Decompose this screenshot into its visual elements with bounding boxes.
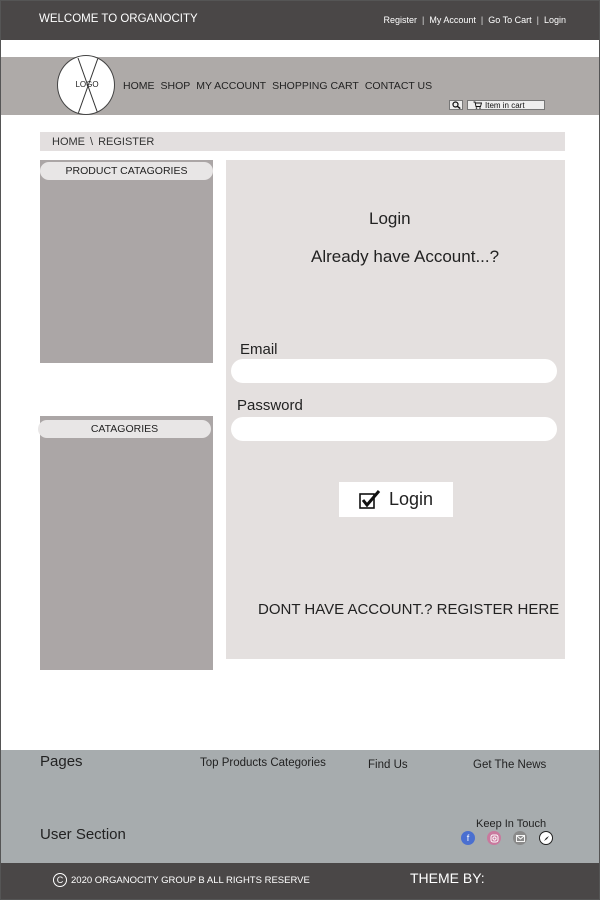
theme-by-text: THEME BY: xyxy=(410,870,485,886)
login-link[interactable]: Login xyxy=(544,15,566,25)
go-to-cart-link[interactable]: Go To Cart xyxy=(488,15,531,25)
nav-my-account[interactable]: MY ACCOUNT xyxy=(196,80,266,92)
main-nav: HOME SHOP MY ACCOUNT SHOPPING CART CONTA… xyxy=(123,80,432,92)
copyright: C 2020 ORGANOCITY GROUP B ALL RIGHTS RES… xyxy=(53,873,310,887)
checkbox-checked-icon xyxy=(359,489,381,509)
email-field[interactable] xyxy=(231,359,557,383)
categories-panel: CATAGORIES xyxy=(38,416,213,670)
register-link[interactable]: Register xyxy=(384,15,418,25)
register-here-link[interactable]: DONT HAVE ACCOUNT.? REGISTER HERE xyxy=(258,601,559,618)
footer-get-news-link[interactable]: Get The News xyxy=(473,759,546,771)
nav-shop[interactable]: SHOP xyxy=(161,80,191,92)
email-label: Email xyxy=(240,341,278,358)
search-button[interactable] xyxy=(449,100,463,110)
my-account-link[interactable]: My Account xyxy=(429,15,476,25)
welcome-text: WELCOME TO ORGANOCITY xyxy=(39,13,198,25)
footer-user-section: User Section xyxy=(40,826,126,843)
password-label: Password xyxy=(237,397,303,414)
categories-heading: CATAGORIES xyxy=(38,420,211,438)
product-categories-panel: PRODUCT CATAGORIES xyxy=(40,160,213,363)
breadcrumb-home[interactable]: HOME xyxy=(52,136,85,148)
cart-label: Item in cart xyxy=(485,100,525,110)
breadcrumb-separator: \ xyxy=(90,135,94,148)
facebook-icon[interactable]: f xyxy=(461,831,475,845)
copyright-text: 2020 ORGANOCITY GROUP B ALL RIGHTS RESER… xyxy=(71,874,310,886)
password-field[interactable] xyxy=(231,417,557,441)
email-icon[interactable] xyxy=(513,831,527,845)
social-icons: f xyxy=(461,831,553,845)
cart-icon xyxy=(473,101,482,109)
logo-text: LOGO xyxy=(75,80,99,89)
search-icon xyxy=(451,101,461,109)
cart-button[interactable]: Item in cart xyxy=(467,100,545,110)
footer-find-us-link[interactable]: Find Us xyxy=(368,759,408,771)
copyright-icon: C xyxy=(53,873,67,887)
keep-in-touch-label: Keep In Touch xyxy=(476,818,547,830)
compass-icon[interactable] xyxy=(539,831,553,845)
nav-shopping-cart[interactable]: SHOPPING CART xyxy=(272,80,359,92)
separator: | xyxy=(480,15,484,25)
separator: | xyxy=(536,15,539,25)
login-button-label: Login xyxy=(388,489,434,509)
product-categories-heading: PRODUCT CATAGORIES xyxy=(40,162,213,180)
nav-contact-us[interactable]: CONTACT US xyxy=(365,80,432,92)
breadcrumb-current: REGISTER xyxy=(98,135,155,148)
logo[interactable]: LOGO xyxy=(57,55,115,115)
breadcrumb: HOME \ REGISTER xyxy=(40,132,565,151)
login-subtitle: Already have Account...? xyxy=(311,247,500,266)
nav-home[interactable]: HOME xyxy=(123,80,155,92)
login-button[interactable]: Login xyxy=(339,482,453,517)
footer-pages-heading: Pages xyxy=(40,753,83,770)
separator: | xyxy=(422,15,425,25)
top-links: Register | My Account | Go To Cart | Log… xyxy=(384,15,566,25)
footer-top-products-link[interactable]: Top Products Categories xyxy=(200,757,326,769)
instagram-icon[interactable] xyxy=(487,831,501,845)
login-title: Login xyxy=(369,209,411,228)
